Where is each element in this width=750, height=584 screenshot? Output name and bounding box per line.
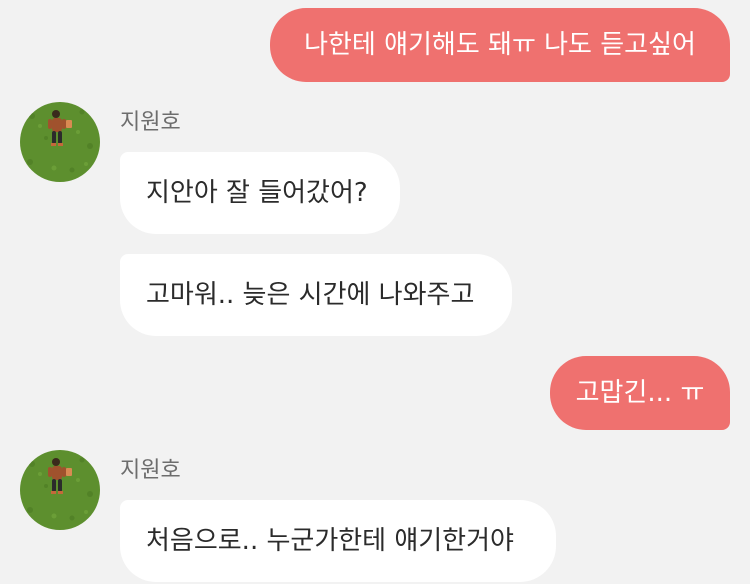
avatar-photo-icon — [20, 102, 100, 182]
incoming-message-bubble[interactable]: 고마워.. 늦은 시간에 나와주고 — [120, 254, 512, 336]
incoming-message-bubble[interactable]: 처음으로.. 누군가한테 얘기한거야 — [120, 500, 556, 582]
chat-window: 나한테 얘기해도 돼ㅠ 나도 듣고싶어 지원호 지안아 잘 들어갔어? 고마워.… — [0, 0, 750, 584]
incoming-message-bubble[interactable]: 지안아 잘 들어갔어? — [120, 152, 400, 234]
outgoing-message-bubble[interactable]: 고맙긴... ㅠ — [550, 356, 730, 430]
sender-name: 지원호 — [120, 458, 181, 483]
avatar-photo-icon — [20, 450, 100, 530]
sender-avatar[interactable] — [20, 102, 100, 182]
sender-name: 지원호 — [120, 110, 181, 135]
sender-avatar[interactable] — [20, 450, 100, 530]
outgoing-message-bubble[interactable]: 나한테 얘기해도 돼ㅠ 나도 듣고싶어 — [270, 8, 730, 82]
